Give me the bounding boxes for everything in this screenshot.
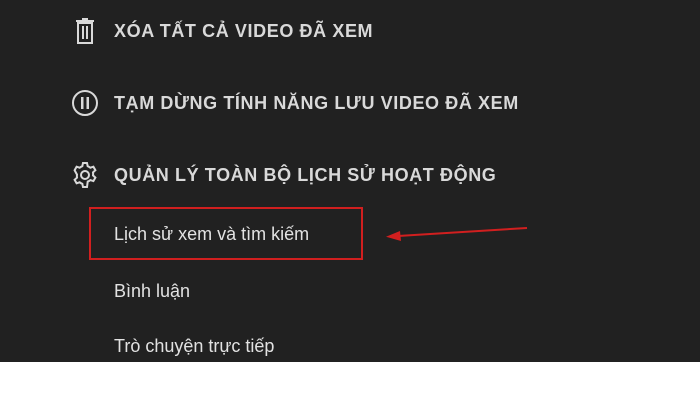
annotation-arrow bbox=[386, 227, 528, 241]
pause-circle-icon bbox=[70, 88, 100, 118]
gear-icon bbox=[70, 160, 100, 190]
manage-all-activity-button[interactable]: QUẢN LÝ TOÀN BỘ LỊCH SỬ HOẠT ĐỘNG bbox=[70, 160, 496, 190]
pause-watch-history-button[interactable]: TẠM DỪNG TÍNH NĂNG LƯU VIDEO ĐÃ XEM bbox=[70, 88, 519, 118]
clear-all-label: XÓA TẤT CẢ VIDEO ĐÃ XEM bbox=[114, 20, 374, 41]
highlight-annotation-box bbox=[89, 207, 363, 260]
bottom-margin bbox=[0, 362, 700, 394]
manage-label: QUẢN LÝ TOÀN BỘ LỊCH SỬ HOẠT ĐỘNG bbox=[114, 164, 497, 185]
trash-icon bbox=[70, 16, 100, 46]
live-chat-link[interactable]: Trò chuyện trực tiếp bbox=[114, 336, 274, 357]
clear-all-watch-history-button[interactable]: XÓA TẤT CẢ VIDEO ĐÃ XEM bbox=[70, 16, 373, 46]
pause-label: TẠM DỪNG TÍNH NĂNG LƯU VIDEO ĐÃ XEM bbox=[114, 92, 519, 113]
comments-link[interactable]: Bình luận bbox=[114, 281, 190, 302]
history-menu-panel: XÓA TẤT CẢ VIDEO ĐÃ XEM TẠM DỪNG TÍNH NĂ… bbox=[0, 0, 700, 362]
